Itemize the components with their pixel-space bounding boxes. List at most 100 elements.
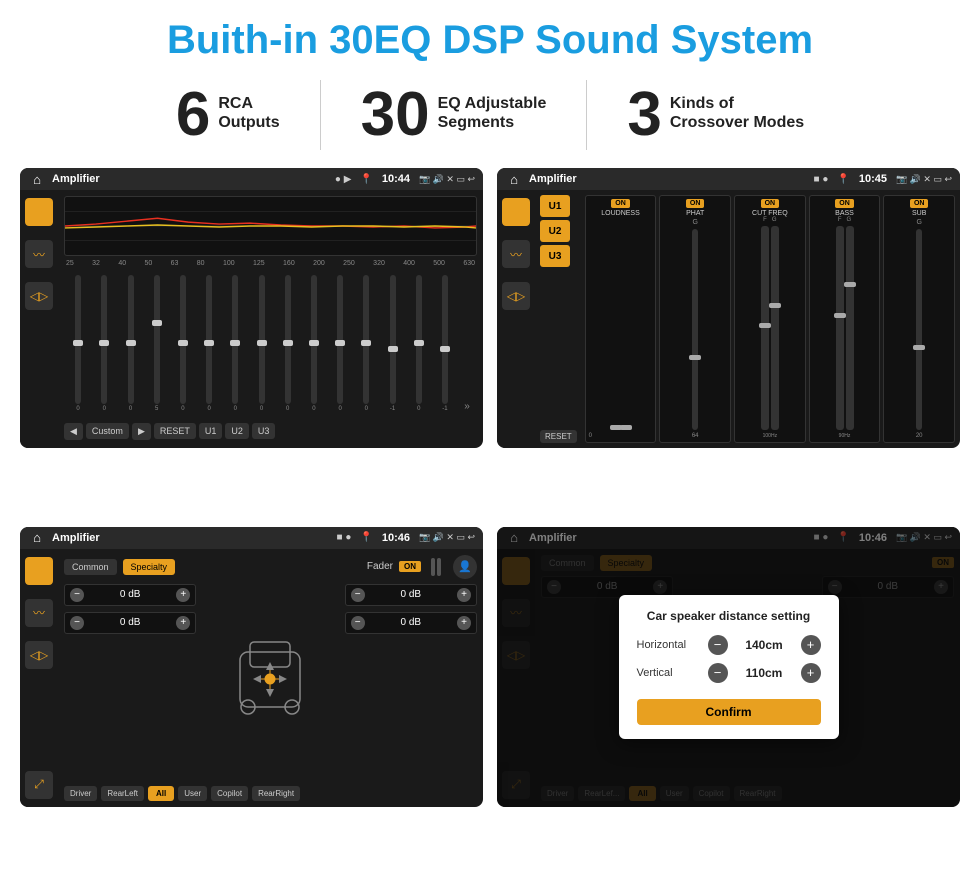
fader-minus-2[interactable]: − bbox=[70, 616, 84, 630]
amp-icon-active[interactable]: ⚙ bbox=[502, 198, 530, 226]
bass-slider-f[interactable] bbox=[836, 226, 844, 430]
cutfreq-label: CUT FREQ bbox=[752, 210, 788, 217]
fader-icon-wave[interactable]: 〰 bbox=[25, 599, 53, 627]
stat-crossover: 3 Kinds of Crossover Modes bbox=[587, 84, 844, 146]
amp-u1-btn[interactable]: U1 bbox=[540, 195, 570, 217]
tab-specialty[interactable]: Specialty bbox=[123, 559, 176, 575]
sb-time-1: 10:44 bbox=[382, 173, 410, 185]
eq-icon-wave[interactable]: 〰 bbox=[25, 240, 53, 268]
page-title: Buith-in 30EQ DSP Sound System bbox=[167, 18, 813, 62]
amp-layout: U1 U2 U3 RESET ON LOUDNESS bbox=[540, 195, 955, 443]
dialog-horizontal-plus[interactable]: + bbox=[801, 635, 821, 655]
screen-amp-modes: ⌂ Amplifier ■ ● 📍 10:45 📷 🔊 ✕ ▭ ↩ ⚙ 〰 ◁▷ bbox=[497, 168, 960, 448]
btn-rearleft[interactable]: RearLeft bbox=[101, 786, 144, 801]
eq-icon-vol[interactable]: ◁▷ bbox=[25, 282, 53, 310]
btn-copilot[interactable]: Copilot bbox=[211, 786, 248, 801]
amp-phat: ON PHAT G 64 bbox=[659, 195, 731, 443]
eq-prev-btn[interactable]: ◀ bbox=[64, 423, 83, 440]
eq-slider-5[interactable]: 0 bbox=[197, 275, 221, 412]
eq-slider-13[interactable]: 0 bbox=[407, 275, 431, 412]
eq-label-3: 50 bbox=[144, 260, 152, 267]
amp-reset-btn[interactable]: RESET bbox=[540, 430, 577, 443]
amp-icon-vol[interactable]: ◁▷ bbox=[502, 282, 530, 310]
eq-slider-3[interactable]: 5 bbox=[145, 275, 169, 412]
eq-slider-0[interactable]: 0 bbox=[66, 275, 90, 412]
cutfreq-slider-f[interactable] bbox=[761, 226, 769, 430]
eq-slider-9[interactable]: 0 bbox=[302, 275, 326, 412]
eq-slider-4[interactable]: 0 bbox=[171, 275, 195, 412]
fader-icon-active[interactable]: ⚙ bbox=[25, 557, 53, 585]
fader-icon-expand[interactable]: ⤢ bbox=[25, 771, 53, 799]
sb-dots-2: ■ ● bbox=[814, 174, 829, 185]
fader-minus-4[interactable]: − bbox=[351, 616, 365, 630]
eq-u3-btn[interactable]: U3 bbox=[252, 423, 276, 439]
phat-on-badge: ON bbox=[686, 199, 705, 208]
cutfreq-slider-g[interactable] bbox=[771, 226, 779, 430]
fader-plus-1[interactable]: + bbox=[176, 588, 190, 602]
dialog-confirm-button[interactable]: Confirm bbox=[637, 699, 821, 725]
fader-db-row-1: − 0 dB + bbox=[64, 584, 196, 606]
fader-minus-1[interactable]: − bbox=[70, 588, 84, 602]
home-icon-2[interactable]: ⌂ bbox=[505, 170, 523, 188]
eq-label-7: 125 bbox=[253, 260, 265, 267]
eq-slider-6[interactable]: 0 bbox=[223, 275, 247, 412]
eq-slider-12[interactable]: -1 bbox=[380, 275, 404, 412]
eq-expand[interactable]: » bbox=[459, 401, 475, 412]
dialog-vertical-label: Vertical bbox=[637, 667, 702, 679]
dialog-title: Car speaker distance setting bbox=[637, 609, 821, 623]
dialog-box: Car speaker distance setting Horizontal … bbox=[619, 595, 839, 739]
eq-label-10: 250 bbox=[343, 260, 355, 267]
amp-controls-container: ON LOUDNESS 0 O bbox=[585, 195, 955, 443]
eq-icon-active[interactable]: ⚙ bbox=[25, 198, 53, 226]
btn-rearright[interactable]: RearRight bbox=[252, 786, 300, 801]
btn-user[interactable]: User bbox=[178, 786, 207, 801]
amp-u2-btn[interactable]: U2 bbox=[540, 220, 570, 242]
fader-minus-3[interactable]: − bbox=[351, 588, 365, 602]
home-icon-3[interactable]: ⌂ bbox=[28, 529, 46, 547]
eq-slider-2[interactable]: 0 bbox=[118, 275, 142, 412]
fader-avatar-icon[interactable]: 👤 bbox=[453, 555, 477, 579]
bass-on-badge: ON bbox=[835, 199, 854, 208]
dialog-vertical-minus[interactable]: − bbox=[708, 663, 728, 683]
eq-label-11: 320 bbox=[373, 260, 385, 267]
phat-slider[interactable] bbox=[692, 229, 698, 430]
eq-slider-7[interactable]: 0 bbox=[249, 275, 273, 412]
dialog-vertical-plus[interactable]: + bbox=[801, 663, 821, 683]
eq-slider-8[interactable]: 0 bbox=[276, 275, 300, 412]
fader-top-row: Common Specialty Fader ON 👤 bbox=[64, 555, 477, 579]
dialog-horizontal-minus[interactable]: − bbox=[708, 635, 728, 655]
amp-sub: ON SUB G 20 bbox=[883, 195, 955, 443]
btn-all[interactable]: All bbox=[148, 786, 174, 801]
status-bar-2: ⌂ Amplifier ■ ● 📍 10:45 📷 🔊 ✕ ▭ ↩ bbox=[497, 168, 960, 190]
eq-reset-btn[interactable]: RESET bbox=[154, 423, 196, 439]
bass-vals: 90Hz bbox=[839, 433, 851, 439]
fader-plus-4[interactable]: + bbox=[457, 616, 471, 630]
fader-plus-3[interactable]: + bbox=[457, 588, 471, 602]
btn-driver[interactable]: Driver bbox=[64, 786, 97, 801]
fader-icon-vol[interactable]: ◁▷ bbox=[25, 641, 53, 669]
fader-plus-2[interactable]: + bbox=[176, 616, 190, 630]
eq-u2-btn[interactable]: U2 bbox=[225, 423, 249, 439]
eq-slider-10[interactable]: 0 bbox=[328, 275, 352, 412]
eq-label-4: 63 bbox=[171, 260, 179, 267]
bass-slider-g[interactable] bbox=[846, 226, 854, 430]
eq-next-btn[interactable]: ▶ bbox=[132, 423, 151, 440]
eq-custom-btn[interactable]: Custom bbox=[86, 423, 129, 439]
eq-u1-btn[interactable]: U1 bbox=[199, 423, 223, 439]
tab-common[interactable]: Common bbox=[64, 559, 117, 575]
eq-label-8: 160 bbox=[283, 260, 295, 267]
location-icon-1: 📍 bbox=[360, 174, 372, 185]
stat-text-crossover: Kinds of Crossover Modes bbox=[670, 84, 804, 136]
eq-slider-11[interactable]: 0 bbox=[354, 275, 378, 412]
stat-number-rca: 6 bbox=[176, 84, 210, 146]
stat-label-cross-1: Kinds of bbox=[670, 94, 804, 113]
eq-slider-14[interactable]: -1 bbox=[433, 275, 457, 412]
sub-slider[interactable] bbox=[916, 229, 922, 430]
fader-left: − 0 dB + − 0 dB + bbox=[64, 584, 196, 781]
home-icon-1[interactable]: ⌂ bbox=[28, 170, 46, 188]
eq-label-9: 200 bbox=[313, 260, 325, 267]
phat-val: 64 bbox=[692, 433, 699, 439]
amp-icon-wave[interactable]: 〰 bbox=[502, 240, 530, 268]
eq-slider-1[interactable]: 0 bbox=[92, 275, 116, 412]
amp-u3-btn[interactable]: U3 bbox=[540, 245, 570, 267]
